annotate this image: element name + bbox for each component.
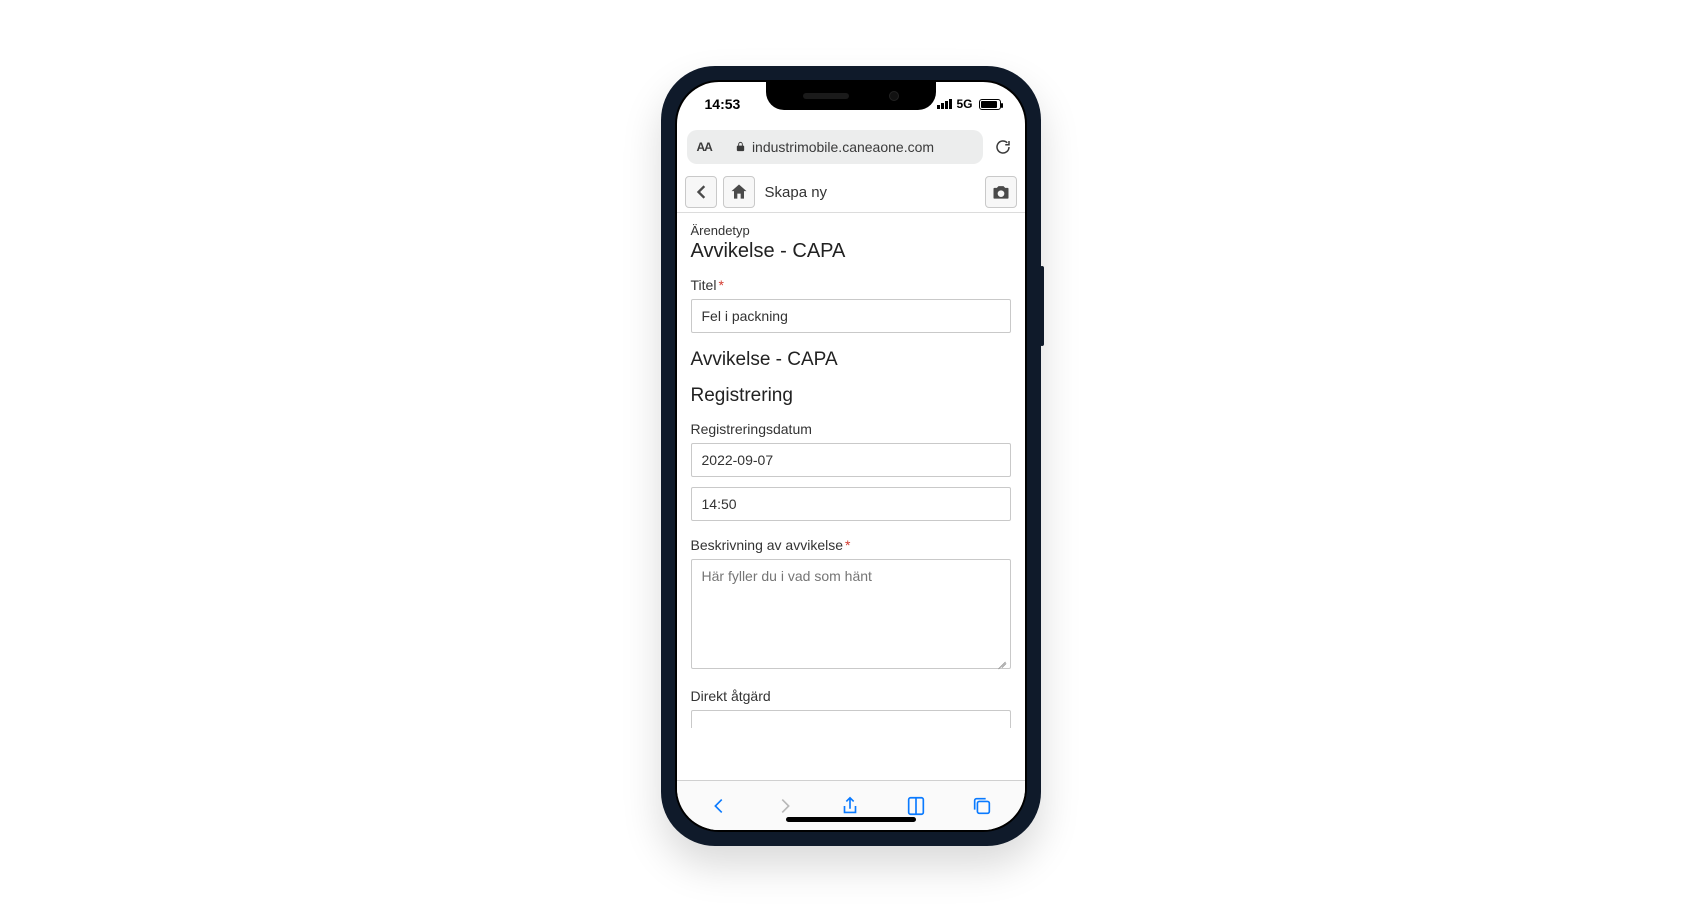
browser-address-row: AA industrimobile.caneaone.com <box>677 126 1025 172</box>
case-type-label: Ärendetyp <box>691 223 1011 238</box>
safari-toolbar <box>677 780 1025 830</box>
section-heading-registrering: Registrering <box>691 385 1011 407</box>
title-input[interactable] <box>691 299 1011 333</box>
share-button[interactable] <box>830 795 870 817</box>
case-type-value: Avvikelse - CAPA <box>691 240 1011 263</box>
direct-action-label: Direkt åtgärd <box>691 688 1011 704</box>
reg-date-label: Registreringsdatum <box>691 421 1011 437</box>
app-header: Skapa ny <box>677 172 1025 213</box>
signal-bars-icon <box>937 99 952 109</box>
back-button[interactable] <box>685 176 717 208</box>
home-button[interactable] <box>723 176 755 208</box>
address-url: industrimobile.caneaone.com <box>752 139 934 155</box>
phone-frame: 14:53 5G AA industrimobile.caneaone.com <box>661 66 1041 846</box>
resize-handle-icon[interactable] <box>997 658 1007 668</box>
browser-back-button[interactable] <box>699 795 739 817</box>
section-heading-avvikelse: Avvikelse - CAPA <box>691 349 1011 371</box>
desc-textarea[interactable] <box>691 559 1011 669</box>
reg-date-input[interactable] <box>691 443 1011 477</box>
required-asterisk: * <box>718 277 723 293</box>
app-header-title: Skapa ny <box>765 184 979 201</box>
reg-time-input[interactable] <box>691 487 1011 521</box>
direct-action-input[interactable] <box>691 710 1011 728</box>
desc-label: Beskrivning av avvikelse* <box>691 537 1011 553</box>
text-size-button[interactable]: AA <box>697 140 712 154</box>
phone-notch <box>766 82 936 110</box>
bookmarks-button[interactable] <box>896 795 936 817</box>
network-label: 5G <box>956 97 972 111</box>
required-asterisk: * <box>845 537 850 553</box>
status-time: 14:53 <box>705 96 741 112</box>
camera-button[interactable] <box>985 176 1017 208</box>
battery-icon <box>979 99 1001 110</box>
home-indicator[interactable] <box>786 817 916 822</box>
phone-side-button <box>1040 266 1044 346</box>
tabs-button[interactable] <box>962 795 1002 817</box>
reload-button[interactable] <box>991 138 1015 156</box>
form-content: Ärendetyp Avvikelse - CAPA Titel* Avvike… <box>677 213 1025 780</box>
browser-forward-button[interactable] <box>765 795 805 817</box>
lock-icon <box>735 139 746 155</box>
address-bar[interactable]: AA industrimobile.caneaone.com <box>687 130 983 164</box>
title-label: Titel* <box>691 277 1011 293</box>
